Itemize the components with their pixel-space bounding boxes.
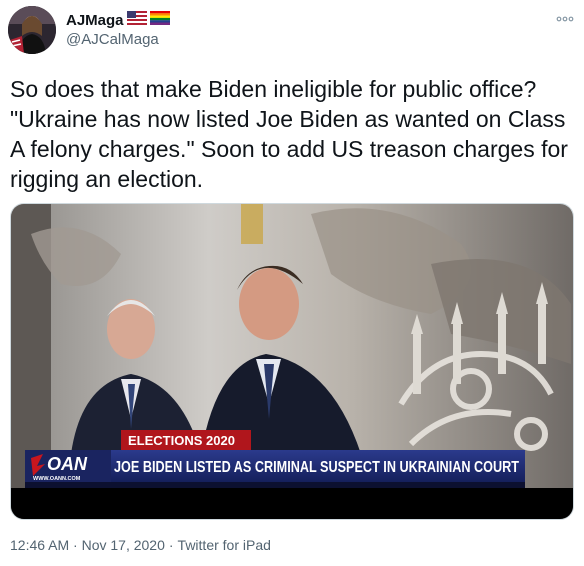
author-name-line: AJMaga [66,10,170,30]
headline-text: JOE BIDEN LISTED AS CRIMINAL SUSPECT IN … [114,459,519,476]
tweet-timestamp[interactable]: 12:46 AM · Nov 17, 2020 [10,537,165,553]
us-flag-icon [126,10,147,30]
oan-logo: OAN WWW.OANN.COM [31,454,88,482]
display-name[interactable]: AJMaga [66,12,124,29]
rainbow-flag-icon [149,10,170,30]
elections-banner-text: ELECTIONS 2020 [128,433,235,448]
tweet-card: AJMaga @AJCalMaga So does that make Bide… [0,0,584,566]
more-options-icon[interactable] [556,12,574,26]
user-handle[interactable]: @AJCalMaga [66,31,159,48]
meta-separator: · [168,537,174,553]
tweet-meta: 12:46 AM · Nov 17, 2020 · Twitter for iPad [10,537,271,553]
avatar-image [8,6,56,54]
tweet-text: So does that make Biden ineligible for p… [10,76,568,192]
avatar[interactable] [8,6,56,54]
tweet-source[interactable]: Twitter for iPad [178,537,271,553]
oan-logo-text: OAN [47,454,88,474]
oan-url-text: WWW.OANN.COM [33,476,81,482]
tweet-media-video[interactable]: ELECTIONS 2020 OAN WWW.OANN.COM JOE BIDE… [10,203,574,520]
news-broadcast-image: ELECTIONS 2020 OAN WWW.OANN.COM JOE BIDE… [11,204,573,519]
